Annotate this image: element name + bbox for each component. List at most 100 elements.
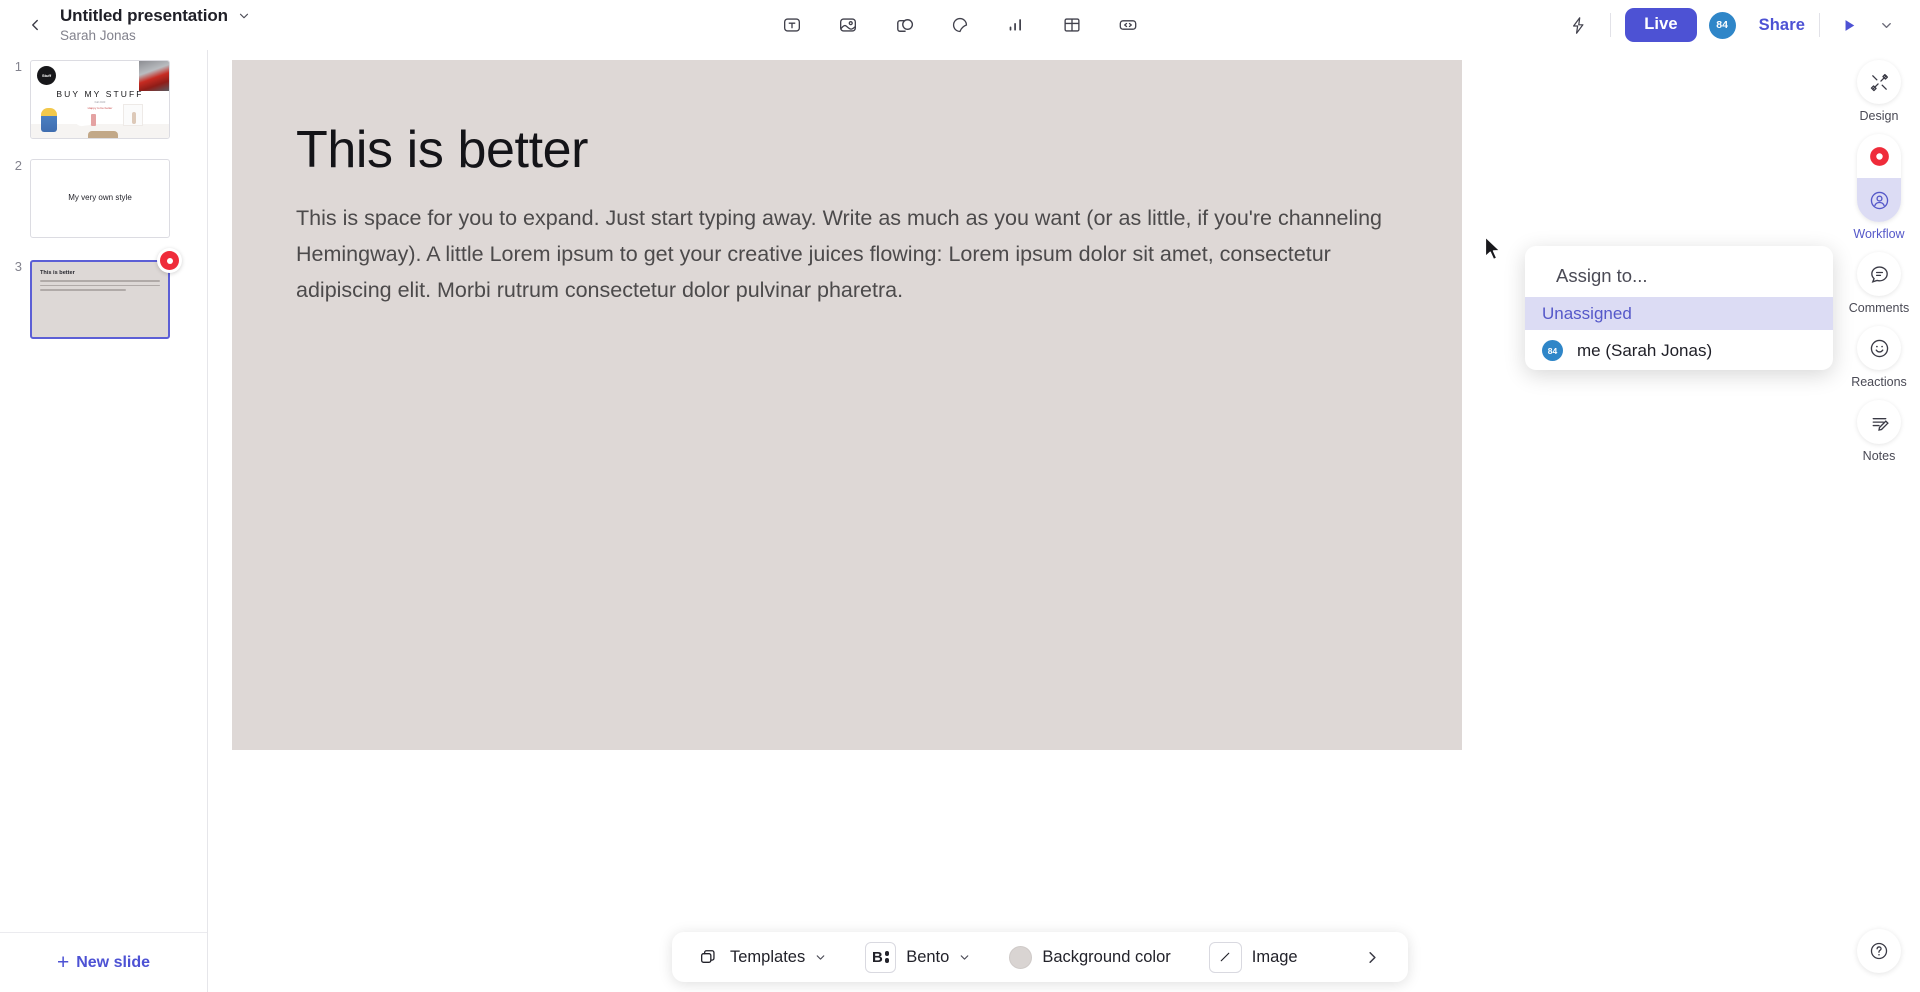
- slide-thumbnail-wrap[interactable]: Stuff BUY MY STUFF Fall 2023 Happy to be…: [30, 60, 170, 139]
- background-color-button[interactable]: Background color: [1001, 939, 1178, 975]
- bento-label: Bento: [906, 947, 950, 966]
- right-rail: Design Workflow Comments Reactions Notes: [1838, 50, 1920, 992]
- share-button[interactable]: Share: [1759, 16, 1805, 35]
- slide-record-badge[interactable]: [157, 248, 182, 273]
- chevron-right-icon: [1369, 951, 1376, 963]
- present-button[interactable]: [1834, 10, 1864, 40]
- bento-theme-button[interactable]: B Bento: [857, 939, 979, 975]
- slide-canvas[interactable]: This is better This is space for you to …: [232, 60, 1462, 750]
- quick-actions-button[interactable]: [1560, 7, 1596, 43]
- rail-item-record[interactable]: [1857, 134, 1901, 178]
- thumb-vase-shape: [132, 112, 136, 124]
- text-box-icon: [784, 18, 800, 32]
- image-icon: [840, 18, 856, 32]
- rail-item-workflow[interactable]: [1857, 178, 1901, 222]
- document-author: Sarah Jonas: [60, 28, 136, 43]
- templates-label: Templates: [730, 947, 806, 966]
- background-color-label: Background color: [1042, 947, 1171, 966]
- slides-list[interactable]: 1 Stuff BUY MY STUFF Fall 2023 Happy to …: [0, 50, 207, 932]
- document-meta: Untitled presentation Sarah Jonas: [60, 7, 251, 43]
- slide-body-text[interactable]: This is space for you to expand. Just st…: [296, 200, 1416, 308]
- new-slide-button[interactable]: + New slide: [0, 932, 207, 992]
- background-color-swatch: [1009, 945, 1033, 969]
- slide-number: 3: [14, 259, 22, 274]
- thumb-text-line: [40, 280, 160, 282]
- list-item[interactable]: 2 My very own style: [0, 159, 207, 238]
- thumb-subtitle: Fall 2023: [94, 101, 106, 104]
- thumb-book-shape: [91, 114, 96, 126]
- rail-label-comments: Comments: [1848, 301, 1910, 315]
- slide-thumbnail[interactable]: Stuff BUY MY STUFF Fall 2023 Happy to be…: [30, 60, 170, 139]
- slide-thumbnail-wrap[interactable]: My very own style: [30, 159, 170, 238]
- rail-item-reactions[interactable]: Reactions: [1851, 326, 1907, 389]
- templates-button[interactable]: Templates: [690, 939, 835, 975]
- assign-option-me[interactable]: 84 me (Sarah Jonas): [1525, 334, 1833, 367]
- thumb-title: BUY MY STUFF: [56, 89, 144, 99]
- bento-brand-icon: B: [865, 941, 897, 973]
- thumb-body-lines: [40, 280, 160, 294]
- thumb-subtitle-2: Happy to be better: [87, 106, 113, 110]
- play-triangle-icon: [1845, 19, 1854, 31]
- back-button[interactable]: [18, 8, 52, 42]
- slide-thumbnail[interactable]: My very own style: [30, 159, 170, 238]
- slide-number: 2: [14, 158, 22, 173]
- list-item[interactable]: 1 Stuff BUY MY STUFF Fall 2023 Happy to …: [0, 60, 207, 139]
- bento-dots: [884, 951, 890, 963]
- record-dot-icon: [1869, 146, 1889, 166]
- chart-tool-button[interactable]: [999, 8, 1033, 42]
- rail-icon-circle: [1857, 252, 1901, 296]
- bento-letter: B: [872, 948, 883, 966]
- image-label: Image: [1251, 947, 1298, 966]
- text-tool-button[interactable]: [775, 8, 809, 42]
- rail-item-notes[interactable]: Notes: [1857, 400, 1901, 463]
- chevron-down-icon: [958, 951, 971, 964]
- toolbar-next-button[interactable]: [1355, 939, 1390, 975]
- embed-tool-button[interactable]: [1111, 8, 1145, 42]
- record-workflow-capsule: [1857, 134, 1901, 222]
- rail-label-design: Design: [1859, 109, 1899, 123]
- header-right-group: Live 84 Share: [1560, 7, 1900, 43]
- page-title: Untitled presentation: [60, 6, 228, 25]
- bar-chart-icon: [1009, 19, 1021, 31]
- avatar[interactable]: 84: [1708, 11, 1736, 39]
- chevron-left-icon: [32, 19, 38, 31]
- rail-item-design[interactable]: Design: [1857, 60, 1901, 123]
- rail-item-comments[interactable]: Comments: [1849, 252, 1909, 315]
- sticker-tool-button[interactable]: [943, 8, 977, 42]
- rail-label-reactions: Reactions: [1851, 375, 1907, 389]
- image-button[interactable]: Image: [1201, 939, 1306, 975]
- table-tool-button[interactable]: [1055, 8, 1089, 42]
- slide-number: 1: [14, 59, 22, 74]
- header-divider-2: [1819, 13, 1820, 37]
- new-slide-label: New slide: [76, 953, 151, 971]
- table-icon: [1064, 18, 1080, 32]
- list-item[interactable]: 3 This is better: [0, 248, 207, 339]
- thumb-logo-badge: Stuff: [37, 66, 56, 85]
- shapes-tool-button[interactable]: [887, 8, 921, 42]
- shapes-icon: [896, 18, 913, 32]
- rail-icon-circle: [1857, 400, 1901, 444]
- thumb-character-shape: [41, 108, 57, 132]
- rail-label-notes: Notes: [1862, 449, 1896, 463]
- image-tool-button[interactable]: [831, 8, 865, 42]
- comment-bubble-icon: [1870, 265, 1888, 283]
- assign-option-unassigned[interactable]: Unassigned: [1525, 297, 1833, 330]
- chevron-down-icon[interactable]: [237, 9, 251, 23]
- record-dot-icon: [160, 251, 179, 270]
- slide-thumbnail-selected[interactable]: This is better: [30, 260, 170, 339]
- plus-icon: +: [56, 950, 70, 974]
- avatar: 84: [1542, 340, 1563, 361]
- slide-heading[interactable]: This is better: [296, 120, 588, 180]
- slides-sidebar: 1 Stuff BUY MY STUFF Fall 2023 Happy to …: [0, 50, 208, 992]
- assign-option-label: Unassigned: [1542, 303, 1632, 323]
- lightning-bolt-icon: [1572, 16, 1584, 34]
- present-options-button[interactable]: [1872, 11, 1900, 39]
- thumb-text-line: [40, 284, 160, 287]
- canvas-area: This is better This is space for you to …: [208, 50, 1920, 992]
- thumb-title: This is better: [40, 270, 75, 276]
- slide-thumbnail-wrap[interactable]: This is better: [30, 248, 182, 339]
- document-title-row[interactable]: Untitled presentation: [60, 7, 251, 25]
- notes-pencil-icon: [1872, 417, 1889, 431]
- assign-option-label: me (Sarah Jonas): [1577, 340, 1713, 360]
- live-button[interactable]: Live: [1625, 8, 1697, 42]
